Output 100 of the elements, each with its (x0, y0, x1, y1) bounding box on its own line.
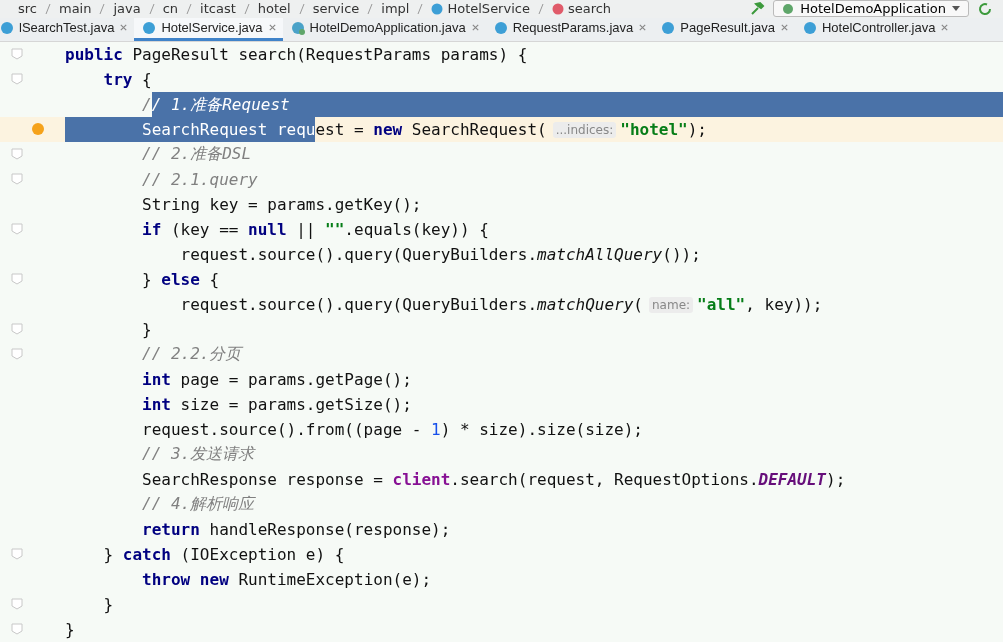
code-comment: / 1.准备Request (151, 92, 1003, 117)
fold-marker-icon[interactable] (11, 323, 23, 335)
fold-marker-icon[interactable] (11, 173, 23, 185)
fold-marker-icon[interactable] (11, 48, 23, 60)
code-keyword: throw new (141, 570, 229, 589)
code-keyword: public (65, 45, 123, 64)
close-icon[interactable] (267, 23, 277, 33)
close-icon[interactable] (780, 23, 789, 33)
separator-icon (45, 2, 51, 15)
code-text: .search(request, RequestOptions. (450, 470, 759, 489)
hammer-icon[interactable] (749, 0, 766, 17)
close-icon[interactable] (119, 23, 129, 33)
class-icon (803, 20, 817, 35)
editor-tab[interactable]: HotelDemoApplication.java (282, 17, 486, 41)
code-text: String key = params.getKey(); (141, 195, 422, 214)
fold-marker-icon[interactable] (11, 223, 23, 235)
separator-icon (417, 2, 424, 15)
code-keyword: if (141, 220, 162, 239)
code-text: ()); (662, 245, 701, 264)
fold-marker-icon[interactable] (11, 148, 23, 160)
code-text: SearchRequest requ (65, 117, 316, 142)
code-text: { (141, 70, 152, 89)
code-text: } (102, 545, 115, 564)
code-keyword: int (141, 395, 171, 414)
breadcrumb-item[interactable]: service (312, 1, 360, 17)
breadcrumb-item[interactable]: HotelService (431, 1, 530, 17)
breadcrumb-item[interactable]: itcast (200, 1, 236, 17)
code-string: "hotel" (620, 120, 688, 139)
code-text: (key == (169, 220, 240, 239)
breadcrumb-item[interactable]: impl (381, 1, 410, 17)
code-comment: // 2.1.query (141, 170, 258, 189)
code-text: RuntimeException(e); (237, 570, 432, 589)
close-icon[interactable] (470, 23, 480, 33)
code-keyword: try (102, 70, 133, 89)
editor-tab[interactable]: HotelService.java (134, 17, 283, 41)
breadcrumb-item[interactable]: src (18, 1, 37, 17)
caret-icon (952, 5, 960, 12)
code-text: request.source().query(QueryBuilders. (179, 295, 537, 314)
fold-marker-icon[interactable] (11, 273, 23, 285)
code-text: request.source().from((page - (141, 420, 423, 439)
separator-icon (243, 2, 250, 15)
app-class-icon (290, 20, 305, 35)
code-text: handleResponse(response); (208, 520, 451, 539)
code-text: || (295, 220, 317, 239)
breadcrumb-item[interactable]: java (113, 1, 141, 17)
breadcrumb-item[interactable]: main (59, 1, 92, 17)
code-keyword: return (141, 520, 200, 539)
code-constant: DEFAULT (758, 470, 826, 489)
code-string: "" (325, 220, 345, 239)
separator-icon (298, 2, 305, 15)
code-text: ) * size).size(size); (440, 420, 643, 439)
code-comment: // 4.解析响应 (141, 494, 255, 515)
breadcrumb-item[interactable]: cn (162, 1, 179, 17)
run-configuration-dropdown[interactable]: HotelDemoApplication (773, 0, 969, 18)
editor-tab[interactable]: PageResult.java (653, 17, 795, 41)
fold-marker-icon[interactable] (11, 348, 23, 360)
code-keyword: new (373, 120, 403, 139)
separator-icon (186, 2, 193, 15)
close-icon[interactable] (940, 23, 950, 33)
code-text: SearchResponse response = (141, 470, 384, 489)
editor-tab[interactable]: lSearchTest.java (0, 17, 135, 41)
parameter-hint: name: (649, 296, 694, 313)
parameter-hint: ...indices: (552, 121, 617, 138)
code-text: ( (633, 295, 643, 314)
app-icon (782, 2, 795, 15)
code-keyword: null (248, 220, 287, 239)
code-field: client (392, 470, 451, 489)
class-icon (661, 20, 676, 35)
code-string: "all" (697, 295, 746, 314)
code-keyword: else (161, 270, 200, 289)
code-text: .equals(key)) { (344, 220, 489, 239)
editor-tab[interactable]: HotelController.java (795, 17, 956, 41)
code-text: } (65, 620, 75, 639)
refresh-icon[interactable] (977, 0, 993, 17)
separator-icon (99, 2, 106, 15)
breadcrumb-item[interactable]: hotel (257, 1, 291, 17)
breakpoint-icon[interactable] (32, 123, 44, 135)
code-text: } (141, 270, 153, 289)
code-text: PageResult search(RequestParams params) { (131, 45, 528, 64)
method-icon (551, 2, 564, 15)
fold-marker-icon[interactable] (11, 73, 23, 85)
code-method: matchAllQuery (537, 245, 663, 264)
code-text: { (208, 270, 220, 289)
fold-marker-icon[interactable] (11, 623, 23, 635)
code-text: size = params.getSize(); (179, 395, 412, 414)
code-text: request.source().query(QueryBuilders. (179, 245, 537, 264)
code-keyword: int (141, 370, 171, 389)
code-number: 1 (431, 420, 441, 439)
code-text: (IOException e) { (179, 545, 345, 564)
code-text: , key)); (745, 295, 823, 314)
class-icon (493, 20, 508, 35)
breadcrumb-item[interactable]: search (551, 1, 612, 17)
separator-icon (537, 2, 544, 15)
fold-marker-icon[interactable] (11, 548, 23, 560)
close-icon[interactable] (638, 23, 648, 33)
fold-marker-icon[interactable] (11, 598, 23, 610)
code-text: est = (315, 120, 365, 139)
class-icon (0, 20, 14, 35)
class-icon (142, 20, 157, 35)
editor-tab[interactable]: RequestParams.java (485, 17, 654, 41)
